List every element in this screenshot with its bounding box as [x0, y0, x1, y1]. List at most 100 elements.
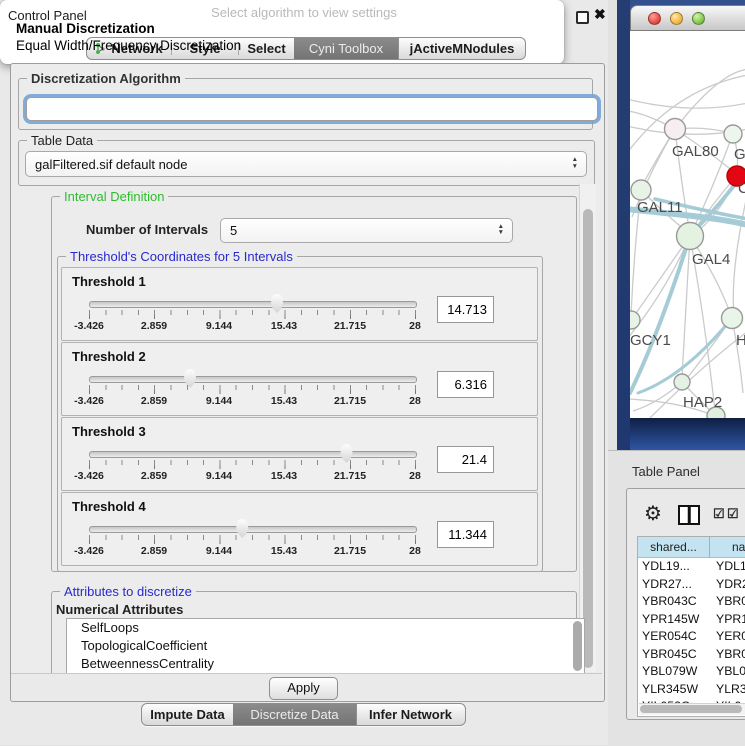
node [724, 125, 742, 143]
main-vertical-scrollbar[interactable] [579, 184, 596, 672]
tick-label: 2.859 [141, 470, 167, 482]
node-gal4 [677, 223, 704, 250]
table-row[interactable]: YBL079WYBL0 [638, 663, 745, 681]
popup-option-equal-width-frequency[interactable]: Equal Width/Frequency Discretization [16, 38, 241, 53]
node-label: C [738, 180, 745, 197]
tick-label: 9.144 [206, 545, 232, 557]
tick-label: 28 [409, 395, 421, 407]
list-scrollbar-thumb[interactable] [573, 621, 582, 671]
threshold-value-field[interactable]: 21.4 [437, 446, 494, 473]
attributes-listbox[interactable]: SelfLoops TopologicalCoefficient Between… [66, 618, 585, 675]
node-label: GAL4 [692, 251, 730, 268]
control-panel-window: Control Panel ✖ Network Style Select Cyn… [0, 0, 608, 745]
popup-option-manual-discretization[interactable]: Manual Discretization [16, 21, 155, 36]
discretization-algorithm-title: Discretization Algorithm [27, 71, 185, 86]
tick-label: 9.144 [206, 395, 232, 407]
tick-label: 21.715 [334, 395, 366, 407]
apply-button[interactable]: Apply [269, 677, 338, 700]
node-gal11 [631, 180, 651, 200]
tab-select[interactable]: Select [239, 38, 294, 59]
close-traffic-light[interactable] [648, 12, 661, 25]
tick-label: -3.426 [74, 395, 104, 407]
tick-label: 21.715 [334, 470, 366, 482]
table-row[interactable]: YDL19...YDL1 [638, 558, 745, 576]
column-header-name[interactable]: name [710, 537, 745, 558]
screen: { "window": {"title": "Control Panel"}, … [0, 0, 745, 745]
zoom-traffic-light[interactable] [692, 12, 705, 25]
scrollbar-thumb[interactable] [583, 209, 593, 668]
threshold-label: Threshold 1 [72, 274, 146, 289]
table-row[interactable]: YBR043CYBR0 [638, 593, 745, 611]
tick-label: 21.715 [334, 545, 366, 557]
table-panel-body: ⚙ ☑ ☑ shared... name YDL19...YDL1 YDR27.… [626, 488, 745, 720]
node-label: GAL80 [672, 143, 719, 160]
frame-bottom [630, 418, 745, 450]
table-data-title: Table Data [27, 133, 97, 148]
tick-label: 15.43 [271, 470, 297, 482]
attributes-group-title: Attributes to discretize [60, 584, 196, 599]
threshold-label: Threshold 2 [72, 349, 146, 364]
tick-label: 2.859 [141, 320, 167, 332]
table-row[interactable]: YER054CYER0 [638, 628, 745, 646]
scrollbar-thumb[interactable] [640, 705, 742, 713]
checkbox-icon[interactable]: ☑ [727, 506, 739, 522]
tick-label: 9.144 [206, 320, 232, 332]
table-row[interactable]: YDR27...YDR2 [638, 576, 745, 594]
list-item[interactable]: SelfLoops [67, 619, 584, 637]
node-table[interactable]: shared... name YDL19...YDL1 YDR27...YDR2… [637, 536, 745, 717]
slider-track[interactable] [89, 376, 417, 383]
node-label: GCY1 [630, 332, 671, 349]
list-item[interactable]: BetweennessCentrality [67, 655, 584, 673]
numerical-attributes-label: Numerical Attributes [56, 602, 183, 617]
threshold-label: Threshold 3 [72, 424, 146, 439]
threshold-panel: Threshold 4 -3.426 2.859 9.144 15.43 21.… [61, 492, 538, 566]
tab-cyni-toolbox[interactable]: Cyni Toolbox [294, 38, 398, 59]
slider-track[interactable] [89, 451, 417, 458]
number-of-intervals-combobox[interactable]: 5 ▲▼ [220, 218, 513, 243]
interval-definition-title: Interval Definition [60, 189, 168, 204]
tick-label: 2.859 [141, 545, 167, 557]
table-row[interactable]: YPR145WYPR1 [638, 611, 745, 629]
threshold-label: Threshold 4 [72, 499, 146, 514]
gear-icon[interactable]: ⚙ [644, 501, 662, 526]
minimize-traffic-light[interactable] [670, 12, 683, 25]
number-of-intervals-label: Number of Intervals [86, 222, 208, 237]
tab-jactivemodules[interactable]: jActiveMNodules [398, 38, 525, 59]
node-label: GAL11 [637, 199, 683, 216]
thresholds-group-title: Threshold's Coordinates for 5 Intervals [66, 249, 297, 264]
tick-label: -3.426 [74, 545, 104, 557]
threshold-value-field[interactable]: 6.316 [437, 371, 494, 398]
column-header-shared-name[interactable]: shared... [638, 537, 710, 558]
slider-track[interactable] [89, 526, 417, 533]
tab-infer-network[interactable]: Infer Network [356, 704, 464, 725]
network-window-titlebar[interactable] [630, 5, 745, 31]
tick-label: 15.43 [271, 395, 297, 407]
table-horizontal-scrollbar[interactable] [639, 703, 745, 715]
tab-discretize-data[interactable]: Discretize Data [233, 704, 356, 725]
list-item[interactable]: TopologicalCoefficient [67, 637, 584, 655]
node-gcy1 [630, 311, 640, 329]
table-panel: Table Panel ⚙ ☑ ☑ shared... name YDL19..… [608, 450, 745, 746]
tick-label: 28 [409, 470, 421, 482]
checkbox-icon[interactable]: ☑ [713, 506, 725, 522]
threshold-value-field[interactable]: 14.713 [437, 296, 494, 323]
slider-track[interactable] [89, 301, 417, 308]
node-label: GA [734, 146, 745, 163]
table-row[interactable]: YLR345WYLR3 [638, 681, 745, 699]
tick-label: 15.43 [271, 320, 297, 332]
tick-label: 21.715 [334, 320, 366, 332]
node-label: H [736, 332, 745, 349]
table-data-combobox[interactable]: galFiltered.sif default node ▲▼ [25, 151, 587, 177]
table-row[interactable]: YBR045CYBR0 [638, 646, 745, 664]
threshold-value-field[interactable]: 11.344 [437, 521, 494, 548]
tab-impute-data[interactable]: Impute Data [142, 704, 233, 725]
network-canvas[interactable]: GAL80 GA C GAL11 GAL4 GCY1 H HAP2 [630, 31, 745, 418]
threshold-panel: Threshold 3 -3.426 2.859 9.144 15.43 21.… [61, 417, 538, 491]
algorithm-combobox[interactable] [26, 97, 598, 121]
split-columns-icon[interactable] [678, 505, 700, 525]
node-hap2 [674, 374, 690, 390]
tick-label: 28 [409, 320, 421, 332]
network-view-frame: GAL80 GA C GAL11 GAL4 GCY1 H HAP2 [617, 0, 745, 450]
stepper-arrows-icon: ▲▼ [572, 157, 578, 171]
tick-label: -3.426 [74, 320, 104, 332]
